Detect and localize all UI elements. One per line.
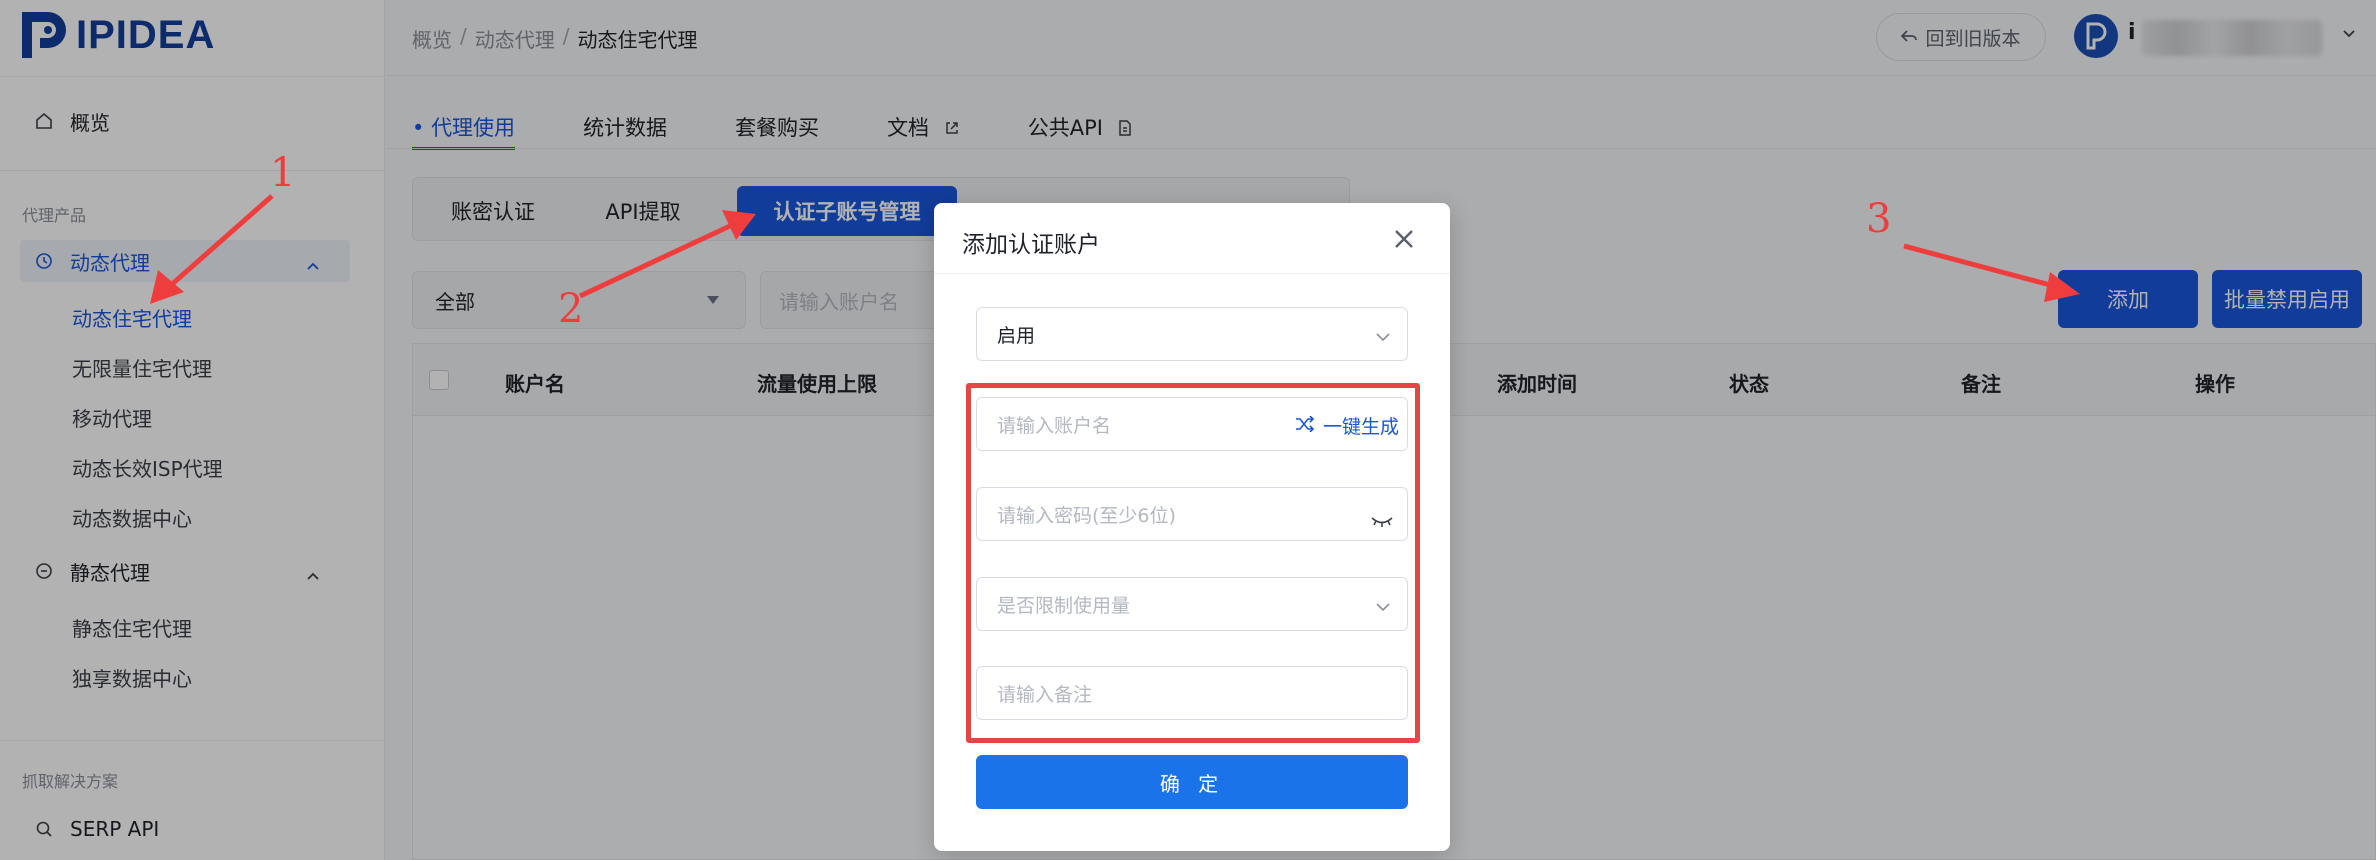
annotation-number: 1: [270, 150, 296, 196]
status-select-value: 启用: [997, 324, 1036, 347]
modal-title: 添加认证账户: [962, 232, 1100, 258]
annotation-highlight-box: [966, 383, 1420, 743]
chevron-down-icon: [1375, 326, 1391, 348]
annotation-number: 3: [1866, 196, 1892, 242]
status-select[interactable]: 启用: [976, 307, 1408, 361]
confirm-button[interactable]: 确 定: [976, 755, 1408, 809]
close-icon[interactable]: [1392, 227, 1416, 251]
modal-divider: [934, 273, 1450, 274]
annotation-number: 2: [558, 286, 584, 332]
add-account-modal: 添加认证账户 启用 请输入账户名 一键生成 请输入密码(至少6位) 是否限制使用…: [934, 203, 1450, 851]
